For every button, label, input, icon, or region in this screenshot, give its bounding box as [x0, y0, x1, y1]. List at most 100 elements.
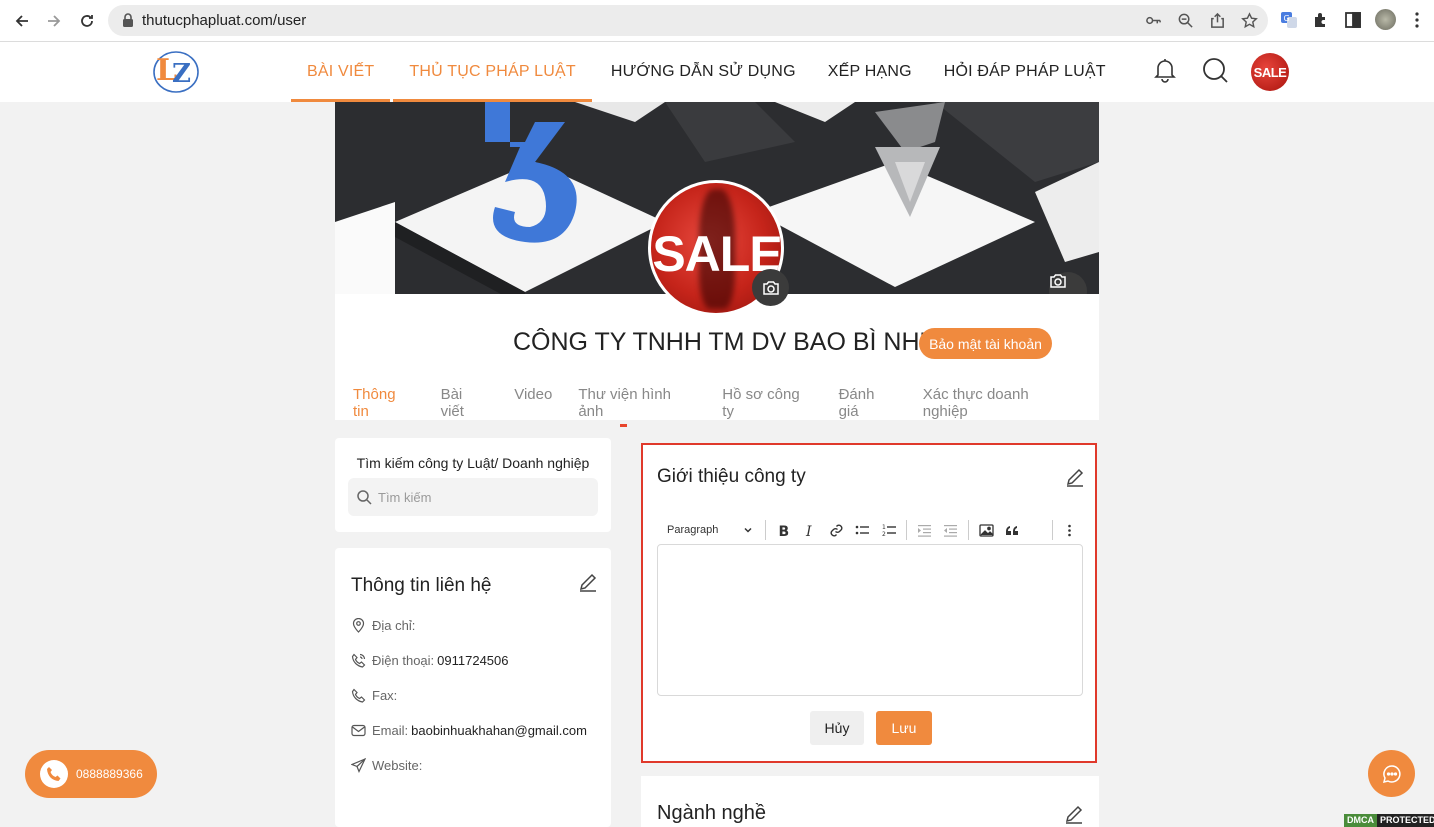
- chat-button[interactable]: [1368, 750, 1415, 797]
- industry-title: Ngành nghề: [657, 802, 766, 824]
- chevron-down-icon: [744, 527, 752, 533]
- url-text: thutucphapluat.com/user: [142, 12, 307, 29]
- edit-intro-icon[interactable]: [1065, 467, 1085, 487]
- nav-hoi-dap-phap-luat[interactable]: HỎI ĐÁP PHÁP LUẬT: [928, 42, 1122, 102]
- link-button[interactable]: [823, 515, 849, 545]
- key-icon[interactable]: [1145, 12, 1162, 29]
- contact-title: Thông tin liên hệ: [351, 575, 492, 596]
- nav-xep-hang[interactable]: XẾP HẠNG: [812, 42, 928, 102]
- more-menu-icon[interactable]: [1408, 11, 1426, 29]
- svg-text:1: 1: [882, 524, 886, 531]
- tab-video[interactable]: Video: [514, 386, 552, 420]
- main-nav: BÀI VIẾT THỦ TỤC PHÁP LUẬT HƯỚNG DẪN SỬ …: [291, 42, 1122, 102]
- account-security-button[interactable]: Bảo mật tài khoản: [919, 328, 1052, 359]
- forward-icon[interactable]: [43, 10, 65, 32]
- extensions-icon[interactable]: [1312, 11, 1330, 29]
- image-icon: [979, 523, 994, 537]
- translate-icon[interactable]: G: [1280, 11, 1298, 29]
- svg-text:B: B: [778, 524, 789, 538]
- save-button[interactable]: Lưu: [876, 711, 932, 745]
- phone-icon: [40, 760, 68, 788]
- tab-xac-thuc-doanh-nghiep[interactable]: Xác thực doanh nghiệp: [923, 386, 1073, 420]
- bold-button[interactable]: B: [770, 515, 796, 545]
- tab-indicator: [620, 424, 627, 427]
- nav-thu-tuc-phap-luat[interactable]: THỦ TỤC PHÁP LUẬT: [393, 42, 593, 102]
- bell-icon[interactable]: [1151, 56, 1179, 84]
- email-icon: [351, 724, 366, 737]
- intro-title: Giới thiệu công ty: [657, 466, 806, 487]
- phone-value[interactable]: 0911724506: [437, 653, 508, 668]
- share-icon[interactable]: [1209, 12, 1226, 29]
- address-bar[interactable]: thutucphapluat.com/user: [108, 5, 1268, 36]
- search-icon: [357, 490, 372, 505]
- edit-contact-icon[interactable]: [578, 572, 598, 592]
- quote-icon: [1006, 525, 1019, 535]
- tab-bai-viet[interactable]: Bài viết: [441, 386, 489, 420]
- italic-icon: I: [805, 524, 812, 538]
- contact-fax: Fax:: [351, 688, 397, 703]
- nav-huong-dan-su-dung[interactable]: HƯỚNG DẪN SỬ DỤNG: [592, 42, 812, 102]
- edit-industry-icon[interactable]: [1064, 804, 1084, 824]
- company-intro-card: Giới thiệu công ty Paragraph B I 12 Hủy …: [641, 443, 1097, 763]
- contact-email: Email: baobinhuakhahan@gmail.com: [351, 723, 587, 738]
- italic-button[interactable]: I: [797, 515, 823, 545]
- search-input[interactable]: [378, 478, 588, 516]
- dmca-badge[interactable]: DMCA PROTECTED: [1344, 814, 1434, 827]
- fax-phone-icon: [351, 688, 366, 703]
- tab-danh-gia[interactable]: Đánh giá: [839, 386, 897, 420]
- hotline-button[interactable]: 0888889366: [25, 750, 157, 798]
- email-value[interactable]: baobinhuakhahan@gmail.com: [411, 723, 587, 738]
- contact-card: Thông tin liên hệ Địa chỉ: Điện thoại: 0…: [335, 548, 611, 827]
- blockquote-button[interactable]: [1000, 515, 1026, 545]
- user-avatar[interactable]: SALE: [1251, 53, 1289, 91]
- bullet-list-button[interactable]: [849, 515, 875, 545]
- svg-text:Z: Z: [172, 59, 191, 89]
- bullet-list-icon: [855, 525, 870, 534]
- intro-editor[interactable]: [657, 544, 1083, 696]
- outdent-button[interactable]: [938, 515, 964, 545]
- site-logo[interactable]: L Z: [150, 46, 202, 98]
- reload-icon[interactable]: [76, 10, 98, 32]
- zoom-icon[interactable]: [1177, 12, 1194, 29]
- avatar-camera-button[interactable]: [752, 269, 789, 306]
- search-title: Tìm kiếm công ty Luật/ Doanh nghiệp: [356, 455, 590, 471]
- format-select[interactable]: Paragraph: [657, 515, 761, 545]
- search-box[interactable]: [348, 478, 598, 516]
- more-vertical-icon: [1068, 524, 1072, 536]
- tab-thong-tin[interactable]: Thông tin: [353, 386, 414, 420]
- svg-text:G: G: [1284, 14, 1290, 23]
- hotline-number: 0888889366: [76, 767, 143, 781]
- sidebar-toggle-icon[interactable]: [1344, 11, 1362, 29]
- lock-icon: [123, 13, 133, 27]
- contact-website: Website:: [351, 758, 422, 773]
- tab-ho-so-cong-ty[interactable]: Hồ sơ công ty: [722, 386, 812, 420]
- site-header: L Z BÀI VIẾT THỦ TỤC PHÁP LUẬT HƯỚNG DẪN…: [0, 42, 1434, 102]
- tab-thu-vien-hinh-anh[interactable]: Thư viện hình ảnh: [578, 386, 696, 420]
- send-icon: [351, 758, 366, 773]
- industry-card: Ngành nghề: [641, 776, 1099, 827]
- nav-bai-viet[interactable]: BÀI VIẾT: [291, 42, 391, 102]
- profile-card: SALE CÔNG TY TNHH TM DV BAO BÌ NHỰA KHẢ …: [335, 102, 1099, 420]
- browser-toolbar: thutucphapluat.com/user G: [0, 0, 1434, 42]
- bookmark-star-icon[interactable]: [1241, 12, 1258, 29]
- search-card: Tìm kiếm công ty Luật/ Doanh nghiệp: [335, 438, 611, 532]
- camera-icon: [762, 280, 779, 295]
- contact-address: Địa chỉ:: [351, 618, 415, 633]
- editor-toolbar: Paragraph B I 12: [657, 515, 1083, 545]
- chat-bubble-icon: [1382, 764, 1401, 783]
- cancel-button[interactable]: Hủy: [810, 711, 864, 745]
- location-pin-icon: [352, 618, 365, 633]
- link-icon: [830, 524, 843, 536]
- indent-icon: [918, 524, 932, 537]
- more-tools-button[interactable]: [1057, 515, 1083, 545]
- numbered-list-button[interactable]: 12: [876, 515, 902, 545]
- back-icon[interactable]: [11, 10, 33, 32]
- contact-phone: Điện thoại: 0911724506: [351, 653, 509, 668]
- outdent-icon: [944, 524, 958, 537]
- phone-icon: [351, 653, 366, 668]
- search-icon[interactable]: [1201, 56, 1229, 84]
- bold-icon: B: [778, 524, 789, 538]
- insert-image-button[interactable]: [973, 515, 999, 545]
- profile-avatar-icon[interactable]: [1375, 9, 1396, 30]
- indent-button[interactable]: [911, 515, 937, 545]
